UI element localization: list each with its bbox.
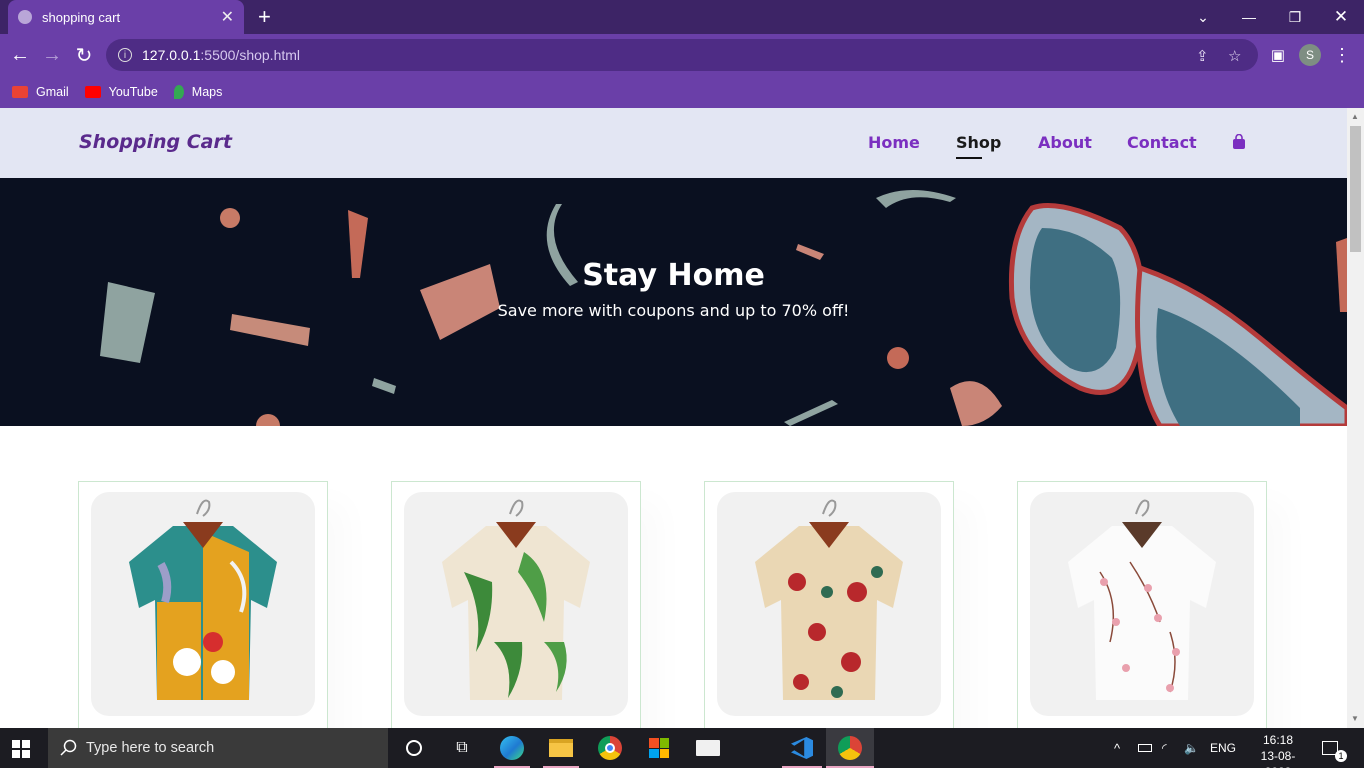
youtube-icon [84, 86, 101, 98]
bookmark-label: Maps [191, 85, 223, 99]
bookmark-label: YouTube [108, 85, 158, 99]
hero-title: Stay Home [582, 258, 765, 293]
windows-start-icon[interactable] [12, 740, 30, 758]
page-scrollbar[interactable]: ▲ ▼ [1347, 108, 1364, 728]
reload-button[interactable]: ↻ [72, 43, 96, 67]
site-header: Shopping Cart Home Shop About Contact [0, 108, 1347, 178]
site-logo[interactable]: Shopping Cart [79, 131, 232, 153]
product-card[interactable] [1017, 481, 1267, 728]
bookmark-star-icon[interactable]: ☆ [1228, 47, 1241, 65]
language-indicator[interactable]: ENG [1210, 728, 1236, 768]
file-explorer-icon[interactable] [547, 734, 575, 762]
close-window-button[interactable]: ✕ [1318, 0, 1364, 34]
restore-button[interactable]: ❐ [1272, 0, 1318, 34]
scroll-up-icon[interactable]: ▲ [1351, 112, 1359, 121]
page-viewport: Shopping Cart Home Shop About Contact St… [0, 108, 1347, 728]
product-image[interactable] [1030, 492, 1254, 716]
taskbar-search-input[interactable]: Type here to search [48, 728, 388, 768]
site-info-icon[interactable]: i [118, 48, 132, 62]
tab-search-icon[interactable]: ⌄ [1180, 0, 1226, 34]
shopping-bag-icon[interactable] [1232, 134, 1246, 150]
clock-time: 16:18 [1262, 733, 1294, 747]
cortana-icon[interactable] [400, 734, 428, 762]
shirt-image-rose-floral [755, 499, 903, 700]
side-panel-icon[interactable]: ▣ [1266, 43, 1290, 67]
notification-count: 1 [1335, 750, 1347, 762]
tab-title: shopping cart [42, 9, 121, 25]
hero-subtitle: Save more with coupons and up to 70% off… [497, 301, 850, 320]
edge-icon[interactable] [498, 734, 526, 762]
battery-icon[interactable] [1138, 728, 1152, 768]
bookmark-label: Gmail [36, 85, 69, 99]
new-tab-button[interactable]: + [258, 6, 271, 28]
shirt-image-pink-blossom [1068, 499, 1216, 700]
show-hidden-icons[interactable]: ^ [1114, 728, 1120, 768]
notification-center-icon[interactable]: 1 [1322, 728, 1347, 768]
task-view-icon[interactable]: ⧉ [448, 734, 476, 762]
globe-icon [18, 10, 32, 24]
clock-date: 13-08-2023 [1260, 749, 1296, 768]
nav-contact[interactable]: Contact [1127, 133, 1197, 152]
product-image[interactable] [404, 492, 628, 716]
search-placeholder: Type here to search [86, 740, 215, 756]
chrome-profile-icon[interactable] [836, 734, 864, 762]
scroll-down-icon[interactable]: ▼ [1351, 714, 1359, 723]
shirt-image-abstract [129, 499, 277, 700]
windows-taskbar: Type here to search ⧉ ^ ◜ 🔈 ENG 16:18 13… [0, 728, 1364, 768]
product-card[interactable] [78, 481, 328, 728]
menu-kebab-icon[interactable]: ⋮ [1330, 43, 1354, 67]
url-path: :5500/shop.html [200, 47, 301, 63]
scrollbar-thumb[interactable] [1350, 126, 1361, 252]
microsoft-store-icon[interactable] [645, 734, 673, 762]
product-card[interactable] [704, 481, 954, 728]
gmail-icon [12, 86, 28, 98]
product-grid [0, 426, 1347, 728]
vscode-icon[interactable] [788, 734, 816, 762]
browser-tab[interactable]: shopping cart ✕ [8, 0, 244, 34]
maps-icon [173, 85, 184, 99]
share-icon[interactable]: ⇪ [1196, 47, 1209, 65]
search-icon [60, 739, 77, 756]
nav-shop[interactable]: Shop [956, 133, 1001, 159]
browser-toolbar: ← → ↻ i 127.0.0.1:5500/shop.html ⇪ ☆ ▣ S… [0, 34, 1364, 76]
product-image[interactable] [717, 492, 941, 716]
close-tab-icon[interactable]: ✕ [221, 7, 234, 27]
back-button[interactable]: ← [8, 43, 32, 67]
address-bar[interactable]: i 127.0.0.1:5500/shop.html ⇪ ☆ [106, 39, 1258, 71]
hero-banner: Stay Home Save more with coupons and up … [0, 178, 1347, 426]
volume-icon[interactable]: 🔈 [1184, 728, 1199, 768]
chrome-icon[interactable] [596, 734, 624, 762]
wifi-icon[interactable]: ◜ [1162, 728, 1167, 768]
nav-home[interactable]: Home [868, 133, 920, 152]
bookmark-youtube[interactable]: YouTube [84, 85, 158, 99]
product-image[interactable] [91, 492, 315, 716]
taskbar-clock[interactable]: 16:18 13-08-2023 [1252, 732, 1304, 768]
profile-avatar[interactable]: S [1299, 44, 1321, 66]
bookmark-maps[interactable]: Maps [173, 85, 223, 99]
bookmarks-bar: Gmail YouTube Maps [0, 76, 1364, 108]
forward-button[interactable]: → [40, 43, 64, 67]
bookmark-gmail[interactable]: Gmail [12, 85, 69, 99]
url-host: 127.0.0.1 [142, 47, 201, 63]
minimize-button[interactable]: — [1226, 0, 1272, 34]
mail-icon[interactable] [694, 734, 722, 762]
product-card[interactable] [391, 481, 641, 728]
browser-tab-strip: shopping cart ✕ + ⌄ — ❐ ✕ [0, 0, 1364, 34]
nav-about[interactable]: About [1038, 133, 1092, 152]
shirt-image-leaf-floral [442, 499, 590, 700]
